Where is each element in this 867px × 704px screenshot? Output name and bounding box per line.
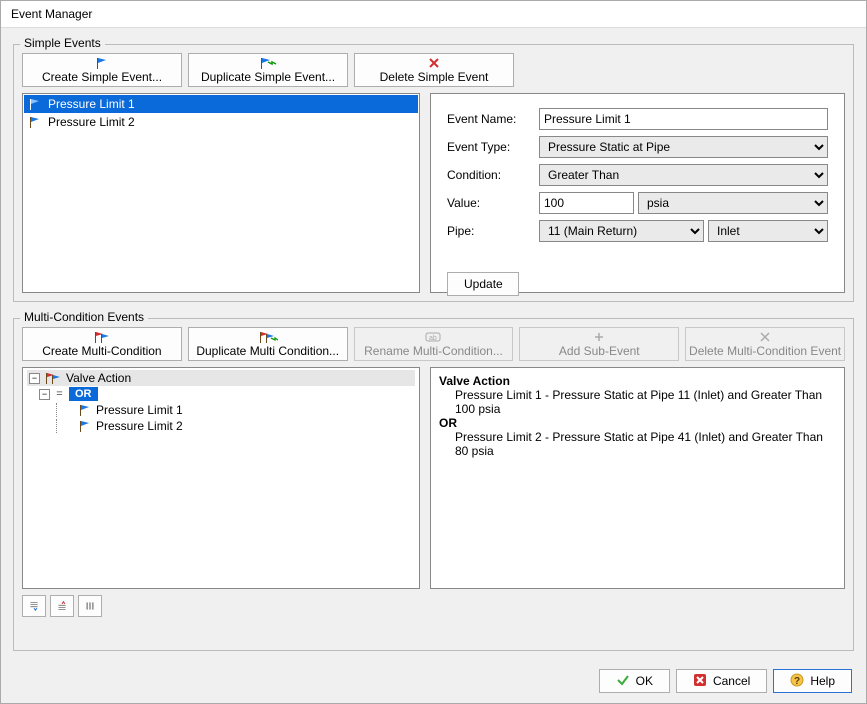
cancel-button[interactable]: Cancel (676, 669, 767, 693)
help-icon: ? (790, 673, 804, 690)
tree-tool-3-button[interactable] (78, 595, 102, 617)
close-icon (693, 673, 707, 690)
flags-icon (44, 372, 62, 384)
list-item[interactable]: Pressure Limit 2 (24, 113, 418, 131)
event-manager-window: Event Manager Simple Events Create Simpl… (0, 0, 867, 704)
flag-blue-icon (78, 404, 92, 416)
label-event-name: Event Name: (447, 112, 531, 126)
ok-button[interactable]: OK (599, 669, 670, 693)
list-up-icon (57, 599, 67, 613)
tree-root[interactable]: − Valve Action (27, 370, 415, 386)
preview-line: Pressure Limit 2 - Pressure Static at Pi… (439, 430, 836, 458)
collapse-icon[interactable]: − (39, 389, 50, 400)
list-item[interactable]: Pressure Limit 1 (24, 95, 418, 113)
tree-operator[interactable]: − = OR (27, 386, 415, 402)
rename-multi-condition-button[interactable]: ab Rename Multi-Condition... (354, 327, 514, 361)
multi-condition-label: Multi-Condition Events (20, 310, 148, 324)
create-simple-event-button[interactable]: Create Simple Event... (22, 53, 182, 87)
svg-text:ab: ab (429, 335, 437, 342)
multi-condition-preview: Valve Action Pressure Limit 1 - Pressure… (430, 367, 845, 589)
flag-dup-icon (259, 56, 277, 70)
delete-x-icon (428, 56, 440, 70)
svg-text:?: ? (794, 676, 800, 687)
columns-icon (85, 599, 95, 613)
list-down-icon (29, 599, 39, 613)
rename-icon: ab (425, 330, 441, 344)
check-icon (616, 673, 630, 690)
preview-operator: OR (439, 416, 836, 430)
tree-tool-2-button[interactable] (50, 595, 74, 617)
equals-icon: = (54, 388, 65, 401)
flag-blue-icon (78, 420, 92, 432)
flag-blue-icon (95, 56, 109, 70)
plus-icon (594, 330, 604, 344)
multi-condition-events-group: Multi-Condition Events Create Multi-Cond… (13, 318, 854, 651)
flag-blue-icon (28, 116, 42, 128)
label-value: Value: (447, 196, 531, 210)
create-multi-condition-button[interactable]: Create Multi-Condition (22, 327, 182, 361)
delete-multi-condition-button[interactable]: Delete Multi-Condition Event (685, 327, 845, 361)
simple-events-list[interactable]: Pressure Limit 1 Pressure Limit 2 (22, 93, 420, 293)
flags-icon (93, 330, 111, 344)
tree-child[interactable]: Pressure Limit 1 (27, 402, 415, 418)
tree-tool-1-button[interactable] (22, 595, 46, 617)
delete-x-icon (760, 330, 770, 344)
multi-condition-tree[interactable]: − Valve Action − = OR (22, 367, 420, 589)
window-title: Event Manager (1, 1, 866, 28)
pipe-select[interactable]: 11 (Main Return) (539, 220, 704, 242)
simple-events-label: Simple Events (20, 36, 105, 50)
flags-dup-icon (258, 330, 278, 344)
collapse-icon[interactable]: − (29, 373, 40, 384)
label-condition: Condition: (447, 168, 531, 182)
duplicate-simple-event-button[interactable]: Duplicate Simple Event... (188, 53, 348, 87)
simple-events-group: Simple Events Create Simple Event... Dup… (13, 44, 854, 302)
label-event-type: Event Type: (447, 140, 531, 154)
event-name-input[interactable] (539, 108, 828, 130)
update-button[interactable]: Update (447, 272, 519, 296)
preview-line: Pressure Limit 1 - Pressure Static at Pi… (439, 388, 836, 416)
tree-child[interactable]: Pressure Limit 2 (27, 418, 415, 434)
event-type-select[interactable]: Pressure Static at Pipe (539, 136, 828, 158)
operator-badge: OR (69, 387, 98, 401)
value-unit-select[interactable]: psia (638, 192, 828, 214)
pipe-end-select[interactable]: Inlet (708, 220, 828, 242)
add-sub-event-button[interactable]: Add Sub-Event (519, 327, 679, 361)
preview-header: Valve Action (439, 374, 836, 388)
value-input[interactable] (539, 192, 634, 214)
condition-select[interactable]: Greater Than (539, 164, 828, 186)
delete-simple-event-button[interactable]: Delete Simple Event (354, 53, 514, 87)
help-button[interactable]: ? Help (773, 669, 852, 693)
event-details-pane: Event Name: Event Type: Pressure Static … (430, 93, 845, 293)
duplicate-multi-condition-button[interactable]: Duplicate Multi Condition... (188, 327, 348, 361)
flag-blue-icon (28, 98, 42, 110)
label-pipe: Pipe: (447, 224, 531, 238)
